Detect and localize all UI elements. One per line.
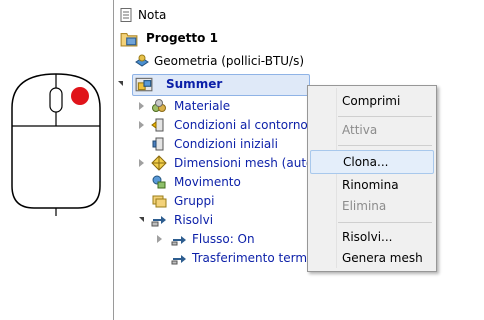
tree-item-label: Flusso: On [192,232,255,246]
motion-icon [152,175,166,189]
menu-item-label: Rinomina [342,178,399,192]
tree-item-label: Movimento [174,175,241,189]
menu-item-label: Clona... [343,155,389,169]
heat-transfer-icon [171,255,186,265]
initial-conditions-icon [152,137,164,151]
menu-item-elimina[interactable]: Elimina [310,195,432,217]
collapse-arrow-icon[interactable] [118,81,123,86]
scenario-icon [135,77,153,92]
solve-icon [151,216,166,227]
menu-item-comprimi[interactable]: Comprimi [310,90,432,112]
groups-icon [152,195,167,208]
right-mouse-button-icon [11,73,101,216]
material-icon [152,99,166,112]
tree-item-label: Progetto 1 [146,31,218,45]
menu-item-label: Comprimi [342,94,401,108]
expand-arrow-icon[interactable] [157,235,162,243]
tree-item-label: Condizioni iniziali [174,137,278,151]
menu-separator [338,145,432,146]
expand-arrow-icon[interactable] [139,121,144,129]
menu-item-rinomina[interactable]: Rinomina [310,174,432,196]
tree-item-label: Gruppi [174,194,215,208]
tree-item-label: Materiale [174,99,231,113]
boundary-conditions-icon [151,118,164,132]
tree-item-label: Trasferimento termi [192,251,311,265]
tree-item-label: Risolvi [174,213,214,227]
tree-item-label: Nota [138,8,167,22]
tree-item-label: Dimensioni mesh (autom [174,156,326,170]
menu-item-attiva[interactable]: Attiva [310,119,432,141]
tree-item-label: Geometria (pollici-BTU/s) [154,54,305,68]
note-icon [120,8,132,22]
tree-item-label: Summer [166,77,223,91]
menu-item-risolvi[interactable]: Risolvi... [310,226,432,248]
menu-item-genera-mesh[interactable]: Genera mesh [310,247,432,269]
menu-item-label: Elimina [342,199,387,213]
tree-item-label: Condizioni al contorno [174,118,308,132]
geometry-icon [135,54,149,67]
context-menu: Comprimi Attiva Clona... Rinomina Elimin… [307,85,437,272]
menu-item-label: Genera mesh [342,251,423,265]
menu-separator [338,222,432,223]
project-folder-icon [120,32,138,47]
menu-separator [338,116,432,117]
mesh-icon [151,155,167,171]
flow-icon [171,236,186,246]
expand-arrow-icon[interactable] [139,102,144,110]
menu-item-clona[interactable]: Clona... [310,150,434,174]
collapse-arrow-icon[interactable] [139,217,144,222]
expand-arrow-icon[interactable] [139,159,144,167]
menu-item-label: Risolvi... [342,230,393,244]
menu-item-label: Attiva [342,123,378,137]
